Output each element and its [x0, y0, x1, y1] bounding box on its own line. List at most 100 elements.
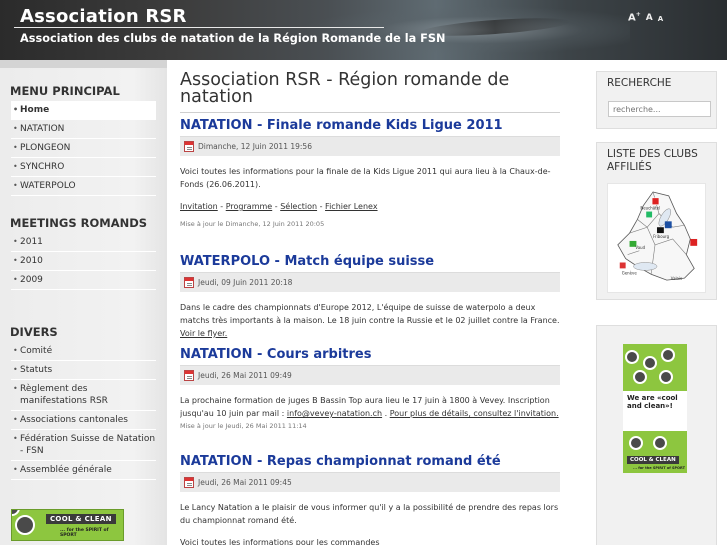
- bullet-icon: •: [13, 181, 18, 190]
- article-text: La prochaine formation de juges B Bassin…: [180, 396, 559, 418]
- sponsor-box: We are «cool and clean»! COOL & CLEAN ..…: [596, 325, 717, 545]
- sidebar-menu-label: Associations cantonales: [20, 415, 128, 425]
- calendar-icon: [184, 370, 194, 381]
- selection-link[interactable]: Sélection: [280, 202, 317, 211]
- sidebar-menu-label: NATATION: [20, 124, 65, 134]
- sidebar-menu-label: Comité: [20, 346, 53, 356]
- cool-clean-label: COOL & CLEAN: [46, 514, 116, 524]
- page-title: Association RSR - Région romande de nata…: [180, 71, 560, 113]
- cool-clean-vertical-banner[interactable]: We are «cool and clean»! COOL & CLEAN ..…: [623, 344, 687, 473]
- sidebar-menu-item[interactable]: • 2009: [11, 271, 156, 290]
- sidebar-menu-item[interactable]: • PLONGEON: [11, 139, 156, 158]
- sidebar-menu-item[interactable]: • Assemblée générale: [11, 461, 156, 480]
- sidebar-menu-item[interactable]: • Comité: [11, 342, 156, 361]
- bullet-icon: •: [13, 415, 18, 424]
- clubs-title: LISTE DES CLUBS AFFILIÉS: [607, 148, 698, 173]
- site-header: Association RSR Association des clubs de…: [0, 0, 727, 60]
- bullet-icon: •: [13, 346, 18, 355]
- sidebar-menu-item[interactable]: • 2010: [11, 252, 156, 271]
- site-title[interactable]: Association RSR: [20, 6, 187, 27]
- sidebar-menu-item[interactable]: • SYNCHRO: [11, 158, 156, 177]
- article: WATERPOLO - Match équipe suisse Jeudi, 0…: [180, 254, 560, 340]
- article-date: Dimanche, 12 Juin 2011 19:56: [198, 142, 312, 151]
- sidebar-menu-item[interactable]: • WATERPOLO: [11, 177, 156, 196]
- invitation-link[interactable]: Invitation: [180, 202, 218, 211]
- sidebar-menu-label: Fédération Suisse de Natation - FSN: [20, 434, 156, 456]
- main-content: Association RSR - Région romande de nata…: [180, 60, 560, 545]
- search-input[interactable]: [608, 101, 711, 117]
- font-size-controls: A+ A A: [628, 12, 663, 23]
- fribourg-flag-icon[interactable]: [656, 227, 664, 234]
- article: NATATION - Repas championnat romand été …: [180, 454, 560, 545]
- cool-clean-banner[interactable]: COOL & CLEAN ... for the SPIRIT of SPORT: [11, 509, 124, 541]
- article-links: Invitation - Programme - Sélection - Fic…: [180, 202, 378, 211]
- article-title[interactable]: NATATION - Finale romande Kids Ligue 201…: [180, 118, 560, 133]
- sidebar-menu-label: Assemblée générale: [20, 465, 112, 475]
- bullet-icon: •: [13, 162, 18, 171]
- invitation-details-link[interactable]: Pour plus de détails, consultez l'invita…: [390, 409, 559, 418]
- bullet-icon: •: [13, 434, 18, 443]
- article-date: Jeudi, 26 Mai 2011 09:45: [198, 478, 292, 487]
- sidebar-menu-item[interactable]: • Statuts: [11, 361, 156, 380]
- sidebar-menu-label: SYNCHRO: [20, 162, 65, 172]
- bullet-icon: •: [13, 275, 18, 284]
- sidebar-menu-item[interactable]: • Fédération Suisse de Natation - FSN: [11, 430, 156, 461]
- bullet-icon: •: [13, 256, 18, 265]
- lenex-file-link[interactable]: Fichier Lenex: [325, 202, 378, 211]
- sidebar-menu-item[interactable]: • Associations cantonales: [11, 411, 156, 430]
- bullet-icon: •: [13, 384, 18, 393]
- article-text: Voici toutes les informations pour la fi…: [180, 167, 551, 189]
- article-date-bar: Jeudi, 26 Mai 2011 09:49: [180, 365, 560, 385]
- sidebar-menu-item[interactable]: • Règlement des manifestations RSR: [11, 380, 156, 411]
- map-label: Fribourg: [653, 234, 670, 239]
- article: NATATION - Finale romande Kids Ligue 201…: [180, 118, 560, 228]
- sidebar-menu-label: 2010: [20, 256, 43, 266]
- search-box: RECHERCHE: [596, 71, 717, 129]
- article-title[interactable]: NATATION - Cours arbitres: [180, 347, 560, 362]
- neuchatel-flag-icon[interactable]: [646, 211, 653, 218]
- article-date-bar: Jeudi, 26 Mai 2011 09:45: [180, 472, 560, 492]
- jura-flag-icon[interactable]: [651, 197, 660, 205]
- flyer-link[interactable]: Voir le flyer.: [180, 329, 227, 338]
- article-date: Jeudi, 09 Juin 2011 20:18: [198, 278, 293, 287]
- sidebar-menu-label: 2009: [20, 275, 43, 285]
- sidebar-menu-item[interactable]: • NATATION: [11, 120, 156, 139]
- clubs-box: LISTE DES CLUBS AFFILIÉS Neuchâtel Fribo…: [596, 142, 717, 300]
- left-sidebar: MENU PRINCIPAL • Home • NATATION • PLONGEON • S…: [0, 60, 167, 545]
- divers-title: DIVERS: [10, 325, 58, 339]
- title-divider: [14, 27, 384, 28]
- divers: DIVERS • Comité • Statuts • Règlement des man…: [0, 325, 167, 480]
- programme-link[interactable]: Programme: [226, 202, 272, 211]
- bullet-icon: •: [13, 143, 18, 152]
- font-reset-button[interactable]: A: [646, 14, 653, 23]
- search-title: RECHERCHE: [607, 77, 672, 89]
- map-label: Genève: [622, 270, 638, 275]
- bullet-icon: •: [13, 465, 18, 474]
- email-link[interactable]: info@vevey-natation.ch: [287, 409, 382, 418]
- meetings-romands: MEETINGS ROMANDS • 2011 • 2010 • 2009: [0, 216, 167, 290]
- sidebar-menu-label: Règlement des manifestations RSR: [20, 384, 108, 406]
- map-label: Neuchâtel: [640, 206, 660, 211]
- font-decrease-button[interactable]: A: [658, 16, 663, 23]
- map-label: Valais: [671, 276, 682, 281]
- site-subtitle: Association des clubs de natation de la …: [20, 32, 446, 45]
- sidebar-menu-item[interactable]: • 2011: [11, 233, 156, 252]
- geneve-flag-icon[interactable]: [619, 262, 626, 269]
- sidebar-menu-label: Statuts: [20, 365, 53, 375]
- article-date: Jeudi, 26 Mai 2011 09:49: [198, 371, 292, 380]
- font-increase-button[interactable]: A+: [628, 12, 641, 23]
- article-title[interactable]: NATATION - Repas championnat romand été: [180, 454, 560, 469]
- clubs-map[interactable]: Neuchâtel Fribourg Vaud Genève Valais: [607, 183, 706, 293]
- article-date-bar: Jeudi, 09 Juin 2011 20:18: [180, 272, 560, 292]
- cool-clean-label: COOL & CLEAN: [627, 456, 679, 464]
- article-text: Dans le cadre des championnats d'Europe …: [180, 303, 560, 338]
- cool-clean-claim: We are «cool and clean»!: [627, 394, 678, 410]
- sidebar-menu-label: Home: [20, 105, 50, 115]
- sidebar-menu-item[interactable]: • Home: [11, 101, 156, 120]
- bullet-icon: •: [13, 237, 18, 246]
- menu-principal-title: MENU PRINCIPAL: [10, 84, 120, 98]
- vaud-flag-icon[interactable]: [664, 221, 672, 229]
- valais-flag-icon[interactable]: [690, 238, 698, 246]
- article-title[interactable]: WATERPOLO - Match équipe suisse: [180, 254, 560, 269]
- cool-clean-ring-icon: [625, 350, 639, 364]
